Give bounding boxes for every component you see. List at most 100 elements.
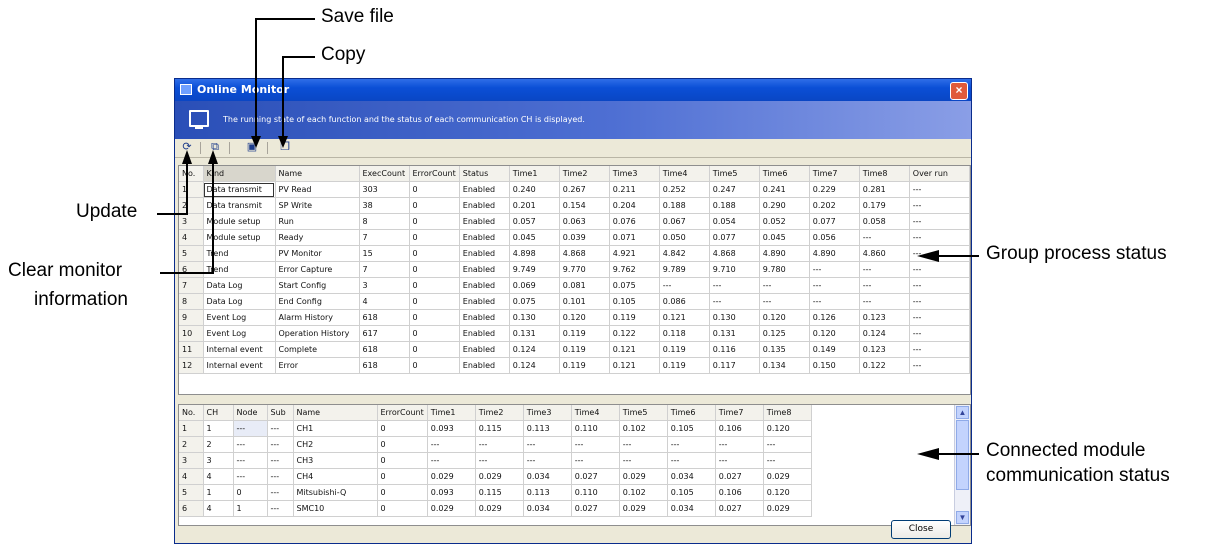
column-header[interactable]: Time3 (523, 405, 572, 421)
table-cell[interactable]: --- (909, 261, 970, 278)
table-cell[interactable]: 0.058 (859, 213, 910, 230)
table-cell[interactable]: 0.121 (609, 341, 660, 358)
table-row[interactable]: 4 Module setup Ready 7 0 Enabled 0.045 0.039 0.0… (179, 229, 970, 246)
group-process-grid[interactable]: No. Kind Name ExecCount ErrorCount Status Time… (178, 165, 971, 395)
column-header[interactable]: Over run (909, 166, 970, 182)
table-cell[interactable]: 0 (409, 341, 460, 358)
row-number[interactable]: 5 (179, 245, 204, 262)
table-cell[interactable]: 0.123 (859, 341, 910, 358)
table-cell[interactable]: 0 (409, 277, 460, 294)
table-cell[interactable]: 0.130 (509, 309, 560, 326)
table-cell[interactable]: Enabled (459, 213, 510, 230)
table-cell[interactable]: 0.056 (809, 229, 860, 246)
scroll-up-icon[interactable]: ▲ (956, 406, 969, 419)
table-row[interactable]: 5 Trend PV Monitor 15 0 Enabled 4.898 4.868 4.92… (179, 245, 970, 262)
table-cell[interactable]: 1 (203, 484, 234, 501)
table-cell[interactable]: 0 (409, 181, 460, 198)
table-cell[interactable]: --- (909, 357, 970, 374)
table-row[interactable]: 10 Event Log Operation History 617 0 Enabled 0… (179, 325, 970, 342)
table-cell[interactable]: 0.034 (667, 468, 716, 485)
table-cell[interactable]: 0.131 (709, 325, 760, 342)
table-cell[interactable]: 0.124 (509, 357, 560, 374)
column-header[interactable]: Time2 (559, 166, 610, 182)
table-cell[interactable]: Enabled (459, 181, 510, 198)
table-cell[interactable]: Alarm History (275, 309, 360, 326)
table-cell[interactable]: 0.211 (609, 181, 660, 198)
table-cell[interactable]: 0.110 (571, 420, 620, 437)
table-cell[interactable]: 0.117 (709, 357, 760, 374)
table-cell[interactable]: 0.081 (559, 277, 610, 294)
table-cell[interactable]: Data Log (203, 293, 276, 310)
table-cell[interactable]: 0.119 (559, 341, 610, 358)
column-header[interactable]: Time5 (709, 166, 760, 182)
table-cell[interactable]: 0.101 (559, 293, 610, 310)
scroll-down-icon[interactable]: ▼ (956, 511, 969, 524)
table-cell[interactable]: 0 (409, 229, 460, 246)
table-cell[interactable]: 4.842 (659, 245, 710, 262)
column-header[interactable]: Time6 (667, 405, 716, 421)
table-cell[interactable]: --- (859, 229, 910, 246)
table-row[interactable]: 6 Trend Error Capture 7 0 Enabled 9.749 9.770 9.… (179, 261, 970, 278)
table-row[interactable]: 1 Data transmit PV Read 303 0 Enabled 0.240 0.2… (179, 181, 970, 198)
table-cell[interactable]: 0.154 (559, 197, 610, 214)
row-number[interactable]: 6 (179, 500, 204, 517)
table-cell[interactable]: --- (475, 452, 524, 469)
table-cell[interactable]: 4.921 (609, 245, 660, 262)
table-cell[interactable]: 0.052 (759, 213, 810, 230)
column-header[interactable]: Time8 (763, 405, 812, 421)
table-cell[interactable]: Data Log (203, 277, 276, 294)
row-number[interactable]: 5 (179, 484, 204, 501)
table-cell[interactable]: 0.113 (523, 484, 572, 501)
table-cell[interactable]: 0.029 (427, 468, 476, 485)
table-cell[interactable]: 38 (359, 197, 410, 214)
table-cell[interactable]: 0.115 (475, 420, 524, 437)
table-cell[interactable]: 0.201 (509, 197, 560, 214)
column-header[interactable]: Time4 (659, 166, 710, 182)
column-header[interactable]: Time5 (619, 405, 668, 421)
table-cell[interactable]: Enabled (459, 229, 510, 246)
table-cell[interactable]: 0.077 (809, 213, 860, 230)
column-header[interactable]: Time1 (427, 405, 476, 421)
table-cell[interactable]: 0.119 (559, 357, 610, 374)
row-number[interactable]: 10 (179, 325, 204, 342)
table-row[interactable]: 7 Data Log Start Config 3 0 Enabled 0.069 0.081… (179, 277, 970, 294)
table-cell[interactable]: 0 (409, 293, 460, 310)
table-row[interactable]: 4 4 --- --- CH4 0 0.029 0.029 0.034 0.027 0.029 0.0… (179, 468, 812, 485)
table-cell[interactable]: CH3 (293, 452, 378, 469)
table-cell[interactable]: --- (571, 452, 620, 469)
table-row[interactable]: 9 Event Log Alarm History 618 0 Enabled 0.130 0… (179, 309, 970, 326)
table-cell[interactable]: 0.119 (609, 309, 660, 326)
table-cell[interactable]: 0 (377, 484, 428, 501)
table-cell[interactable]: 0.149 (809, 341, 860, 358)
table-cell[interactable]: --- (267, 436, 294, 453)
table-cell[interactable]: 0.076 (609, 213, 660, 230)
table-cell[interactable]: --- (715, 436, 764, 453)
table-cell[interactable]: 4.898 (509, 245, 560, 262)
table-cell[interactable]: --- (619, 436, 668, 453)
table-cell[interactable]: 0 (377, 500, 428, 517)
table-cell[interactable]: --- (859, 293, 910, 310)
table-cell[interactable]: 0.290 (759, 197, 810, 214)
table-cell[interactable]: --- (233, 452, 268, 469)
table-cell[interactable]: 9.770 (559, 261, 610, 278)
table-cell[interactable]: --- (571, 436, 620, 453)
table-cell[interactable]: 0 (409, 197, 460, 214)
column-header[interactable]: ExecCount (359, 166, 410, 182)
table-cell[interactable]: --- (267, 468, 294, 485)
table-cell[interactable]: Enabled (459, 293, 510, 310)
table-cell[interactable]: --- (809, 261, 860, 278)
table-cell[interactable]: 0.188 (659, 197, 710, 214)
table-cell[interactable]: 0.034 (523, 500, 572, 517)
table-cell[interactable]: 0.069 (509, 277, 560, 294)
table-cell[interactable]: 0.102 (619, 420, 668, 437)
row-number[interactable]: 1 (179, 181, 204, 198)
table-cell[interactable]: Enabled (459, 197, 510, 214)
table-cell[interactable]: --- (909, 309, 970, 326)
table-cell[interactable]: 0.039 (559, 229, 610, 246)
table-cell[interactable]: End Config (275, 293, 360, 310)
table-cell[interactable]: PV Read (275, 181, 360, 198)
table-cell[interactable]: 0.188 (709, 197, 760, 214)
table-cell[interactable]: SMC10 (293, 500, 378, 517)
row-number[interactable]: 4 (179, 468, 204, 485)
table-cell[interactable]: --- (809, 293, 860, 310)
